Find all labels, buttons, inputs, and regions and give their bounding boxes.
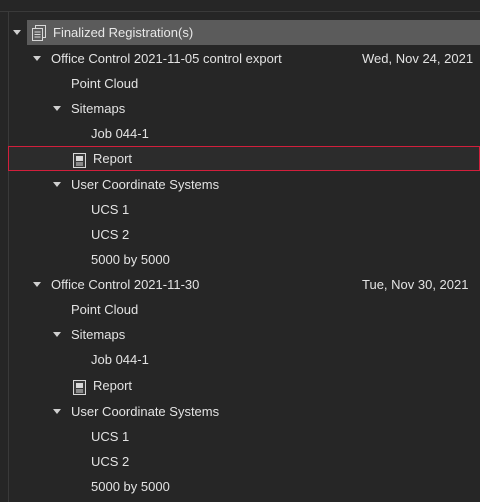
tree-item-sitemaps[interactable]: Sitemaps: [0, 96, 480, 121]
registration-title: Office Control 2021-11-30: [51, 277, 200, 292]
report-document-icon: [73, 378, 87, 395]
tree-item-ucs[interactable]: UCS 1: [0, 197, 480, 222]
tree-item-registration[interactable]: Office Control 2021-11-05 control export…: [0, 46, 480, 71]
tree-root-finalized-registrations[interactable]: Finalized Registration(s): [0, 20, 480, 45]
tree-item-user-coordinate-systems[interactable]: User Coordinate Systems: [0, 399, 480, 424]
chevron-down-icon[interactable]: [33, 282, 41, 287]
chevron-down-icon[interactable]: [13, 30, 21, 35]
chevron-down-icon[interactable]: [33, 56, 41, 61]
tree-item-sitemap[interactable]: Job 044-1: [0, 121, 480, 146]
tree-item-registration[interactable]: Office Control 2021-11-30 Tue, Nov 30, 2…: [0, 272, 480, 297]
report-label: Report: [93, 151, 133, 166]
ucs-group-label: User Coordinate Systems: [71, 404, 220, 419]
tree-item-sitemap[interactable]: Job 044-1: [0, 347, 480, 372]
ucs-label: UCS 2: [91, 227, 130, 242]
point-cloud-label: Point Cloud: [71, 76, 139, 91]
registration-title: Office Control 2021-11-05 control export: [51, 51, 282, 66]
tree-item-point-cloud[interactable]: Point Cloud: [0, 71, 480, 96]
ucs-label: 5000 by 5000: [91, 252, 170, 267]
report-label: Report: [93, 378, 133, 393]
tree-root-label: Finalized Registration(s): [53, 25, 194, 40]
tree-item-ucs[interactable]: 5000 by 5000: [0, 474, 480, 499]
ucs-label: UCS 1: [91, 202, 130, 217]
tree-item-sitemaps[interactable]: Sitemaps: [0, 322, 480, 347]
chevron-down-icon[interactable]: [53, 106, 61, 111]
registration-date: Wed, Nov 24, 2021: [362, 51, 474, 66]
tree-item-report[interactable]: Report: [0, 373, 480, 398]
sitemap-label: Job 044-1: [91, 126, 149, 141]
registration-date: Tue, Nov 30, 2021: [362, 277, 469, 292]
point-cloud-label: Point Cloud: [71, 302, 139, 317]
tree-item-report[interactable]: Report: [0, 146, 480, 171]
report-document-icon: [73, 151, 87, 168]
tree-item-ucs[interactable]: 5000 by 5000: [0, 247, 480, 272]
tree-item-user-coordinate-systems[interactable]: User Coordinate Systems: [0, 172, 480, 197]
ucs-label: UCS 2: [91, 454, 130, 469]
ucs-group-label: User Coordinate Systems: [71, 177, 220, 192]
registration-document-icon: [32, 24, 46, 41]
ucs-label: UCS 1: [91, 429, 130, 444]
sitemaps-label: Sitemaps: [71, 101, 126, 116]
sitemaps-label: Sitemaps: [71, 327, 126, 342]
tree-item-ucs[interactable]: UCS 1: [0, 424, 480, 449]
tree-item-point-cloud[interactable]: Point Cloud: [0, 297, 480, 322]
sitemap-label: Job 044-1: [91, 352, 149, 367]
chevron-down-icon[interactable]: [53, 182, 61, 187]
tree-item-ucs[interactable]: UCS 2: [0, 222, 480, 247]
ucs-label: 5000 by 5000: [91, 479, 170, 494]
chevron-down-icon[interactable]: [53, 332, 61, 337]
chevron-down-icon[interactable]: [53, 409, 61, 414]
registration-tree: Finalized Registration(s) Office Control…: [0, 0, 480, 502]
tree-item-ucs[interactable]: UCS 2: [0, 449, 480, 474]
